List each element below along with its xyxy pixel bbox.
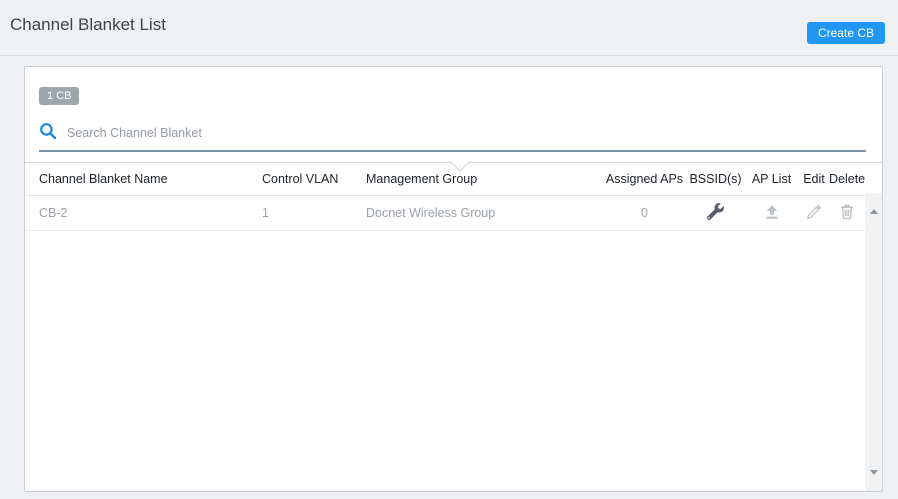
col-header-ap-list: AP List: [744, 172, 799, 186]
search-icon: [39, 122, 57, 145]
col-header-delete: Delete: [829, 172, 865, 186]
col-header-edit: Edit: [799, 172, 829, 186]
channel-blanket-panel: 1 CB Channel Blanket Name Control VLAN M…: [24, 66, 883, 492]
col-header-name: Channel Blanket Name: [39, 172, 262, 186]
search-input[interactable]: [67, 126, 866, 140]
cell-assigned-aps: 0: [602, 206, 687, 220]
page-title: Channel Blanket List: [10, 15, 166, 35]
delete-trash-icon[interactable]: [839, 203, 855, 220]
col-header-control-vlan: Control VLAN: [262, 172, 366, 186]
search-underline: [39, 150, 866, 152]
col-header-assigned-aps: Assigned APs: [602, 172, 687, 186]
table-scrollbar[interactable]: [865, 193, 882, 491]
cell-name: CB-2: [39, 206, 262, 220]
scroll-down-icon[interactable]: [865, 474, 882, 491]
cb-count-badge: 1 CB: [39, 87, 79, 105]
col-header-bssid: BSSID(s): [687, 172, 744, 186]
search-bar: [39, 121, 866, 145]
table-body: CB-2 1 Docnet Wireless Group 0: [25, 196, 865, 231]
col-header-management-group: Management Group: [366, 172, 602, 186]
scroll-up-icon[interactable]: [865, 193, 882, 210]
bssid-wrench-icon[interactable]: [707, 203, 724, 220]
cell-management-group: Docnet Wireless Group: [366, 206, 602, 220]
cell-control-vlan: 1: [262, 206, 366, 220]
top-header-bar: Channel Blanket List Create CB: [0, 0, 898, 56]
edit-pencil-icon[interactable]: [805, 203, 823, 221]
create-cb-button[interactable]: Create CB: [807, 22, 885, 44]
ap-list-upload-icon[interactable]: [764, 204, 780, 220]
header-notch-icon: [450, 152, 470, 172]
table-row: CB-2 1 Docnet Wireless Group 0: [25, 196, 865, 231]
table-header-row: Channel Blanket Name Control VLAN Manage…: [25, 162, 882, 196]
